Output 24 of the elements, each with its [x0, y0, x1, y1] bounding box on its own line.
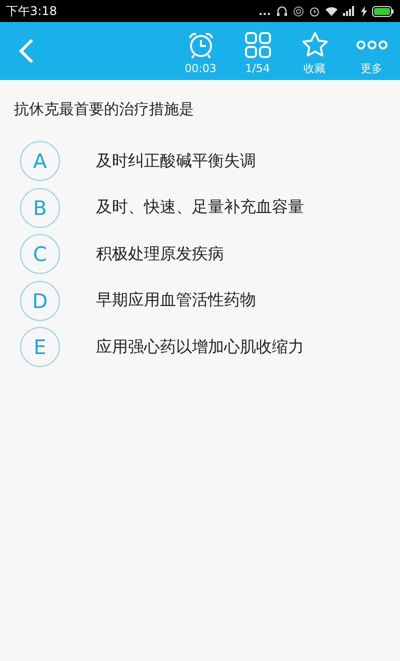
battery-icon [372, 6, 394, 16]
circle-icon [293, 6, 304, 16]
alarm-icon [309, 6, 320, 16]
alarm-clock-icon[interactable] [186, 31, 214, 59]
more-icon[interactable] [356, 40, 388, 50]
clock-time: 下午3:18 [6, 2, 57, 20]
notification-dots: ... [258, 4, 271, 18]
question-text: 抗休克最首要的治疗措施是 [13, 99, 195, 120]
option-text[interactable]: 早期应用血管活性药物 [96, 290, 256, 312]
toolbar-label: 1/54 [245, 62, 270, 76]
option-text[interactable]: 及时、快速、足量补充血容量 [96, 197, 304, 218]
toolbar-label: 更多 [360, 62, 382, 76]
back-icon[interactable] [18, 38, 34, 64]
charging-icon [361, 6, 367, 16]
star-icon[interactable] [300, 31, 328, 59]
timer-label: 00:03 [184, 62, 216, 76]
headphone-icon [276, 5, 288, 17]
grid-icon[interactable] [244, 31, 272, 59]
option-text[interactable]: 及时纠正酸碱平衡失调 [96, 150, 256, 172]
wifi-icon [325, 6, 338, 16]
option-text[interactable]: 应用强心药以增加心肌收缩力 [96, 336, 304, 358]
toolbar-label: 收藏 [304, 62, 326, 76]
option-text[interactable]: 积极处理原发疾病 [96, 244, 224, 265]
signal-icon [343, 6, 356, 16]
